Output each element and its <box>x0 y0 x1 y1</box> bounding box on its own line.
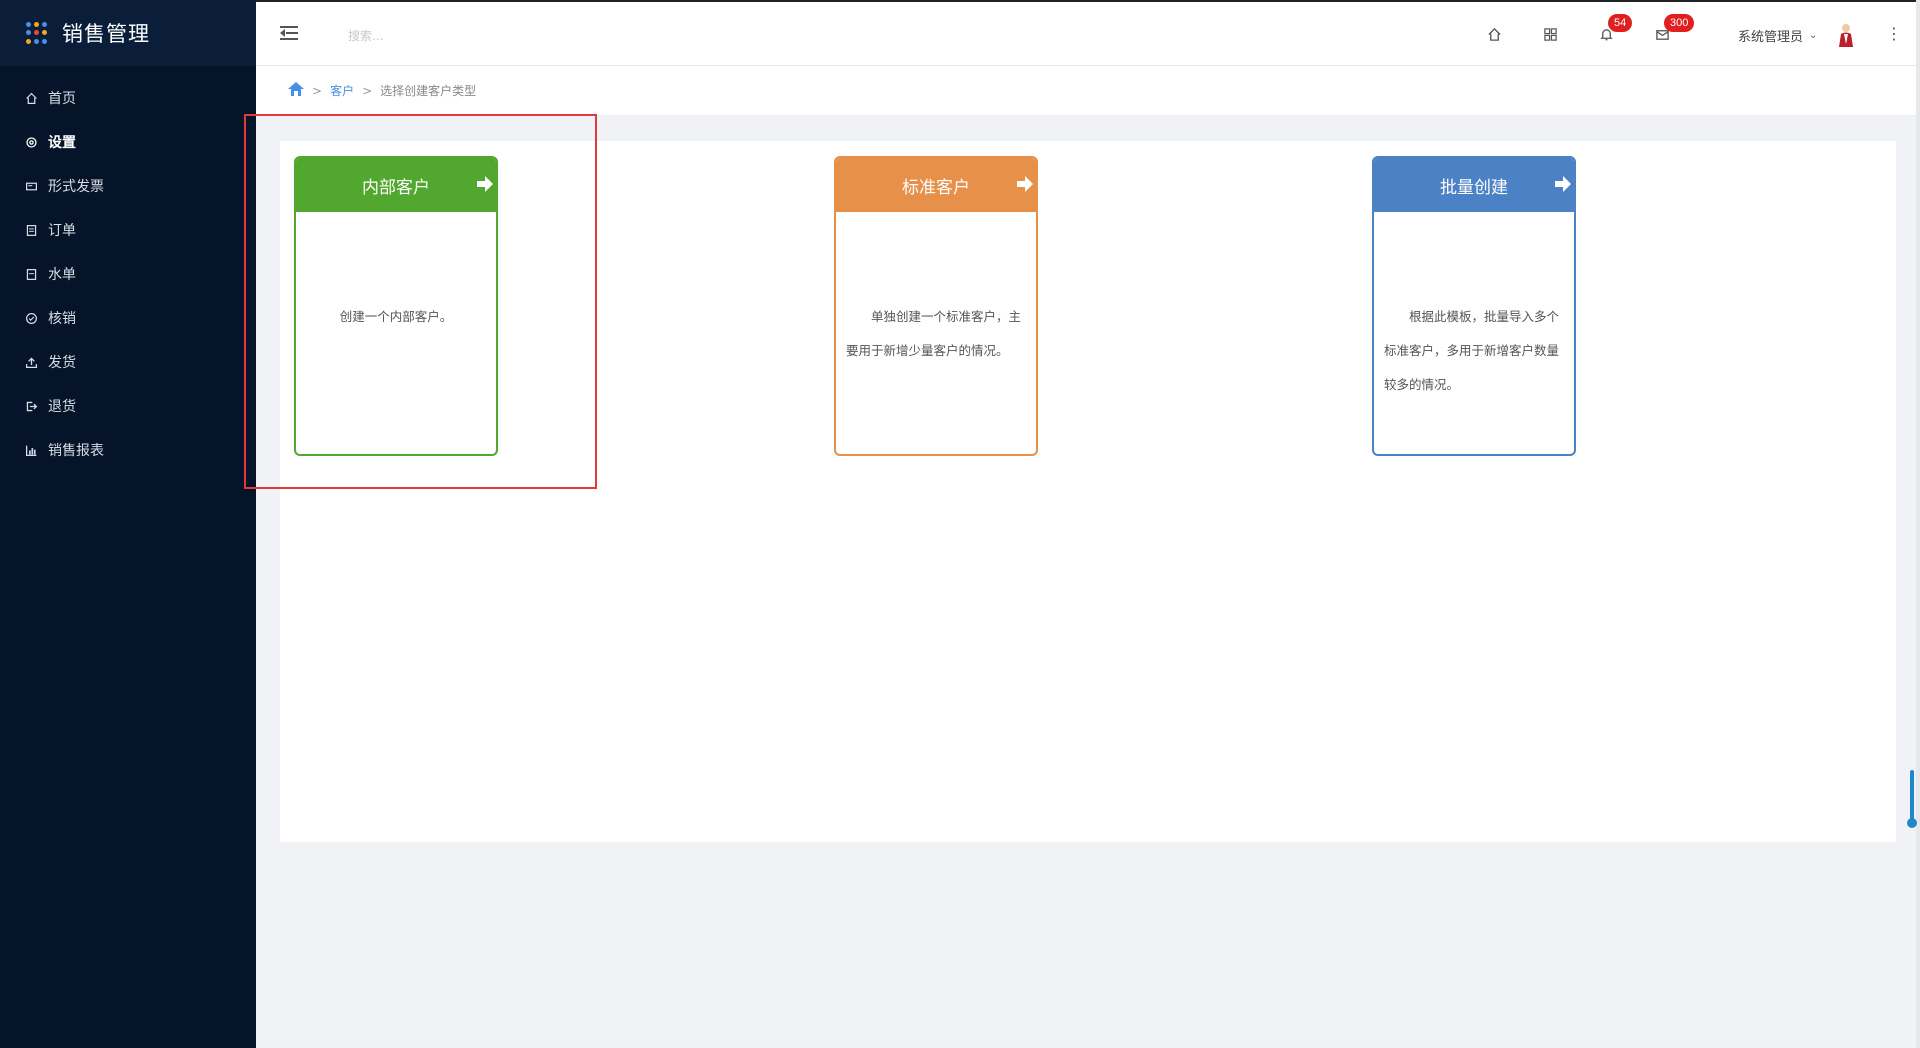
invoice-icon <box>24 179 38 193</box>
app-title: 销售管理 <box>62 22 150 46</box>
sidebar-item-write-off[interactable]: 核销 <box>0 296 256 340</box>
home-icon[interactable] <box>1484 24 1504 44</box>
batch-create-card[interactable]: 批量创建 根据此模板，批量导入多个标准客户，多用于新增客户数量较多的情况。 <box>1372 156 1576 456</box>
card-description: 创建一个内部客户。 <box>339 309 453 324</box>
scrollbar-track[interactable] <box>1916 0 1920 1048</box>
arrow-right-icon <box>1017 176 1033 192</box>
sidebar-item-label: 水单 <box>48 267 76 283</box>
avatar[interactable] <box>1836 22 1856 48</box>
main-panel: 内部客户 创建一个内部客户。 标准客户 单独创建一个标准客户，主要用于新增少量客… <box>280 141 1896 842</box>
order-icon <box>24 223 38 237</box>
check-circle-icon <box>24 311 38 325</box>
breadcrumb: > 客户 > 选择创建客户类型 <box>256 66 1920 116</box>
receipt-icon <box>24 267 38 281</box>
search-input[interactable] <box>348 24 548 48</box>
top-header: 54 300 系统管理员 ⌄ ⋮ <box>256 0 1920 66</box>
card-header: 标准客户 <box>836 158 1036 212</box>
breadcrumb-separator: > <box>362 83 373 98</box>
card-description: 单独创建一个标准客户，主要用于新增少量客户的情况。 <box>846 309 1022 358</box>
card-header: 内部客户 <box>296 158 496 212</box>
breadcrumb-separator: > <box>312 83 323 98</box>
upload-icon <box>24 355 38 369</box>
sidebar-item-home[interactable]: 首页 <box>0 76 256 120</box>
sidebar-item-label: 核销 <box>48 311 76 327</box>
sidebar-item-settings[interactable]: 设置 <box>0 120 256 164</box>
sidebar-item-sales-report[interactable]: 销售报表 <box>0 428 256 472</box>
sidebar-item-label: 销售报表 <box>48 443 104 459</box>
notification-badge: 54 <box>1608 14 1633 32</box>
card-title: 内部客户 <box>362 177 430 198</box>
message-badge: 300 <box>1664 14 1695 32</box>
menu-toggle-icon[interactable] <box>280 24 300 42</box>
sidebar-item-label: 退货 <box>48 399 76 415</box>
breadcrumb-link-customers[interactable]: 客户 <box>330 82 354 99</box>
home-icon <box>24 91 38 105</box>
sidebar-item-returns[interactable]: 退货 <box>0 384 256 428</box>
user-name: 系统管理员 <box>1738 30 1804 45</box>
card-description: 根据此模板，批量导入多个标准客户，多用于新增客户数量较多的情况。 <box>1384 309 1560 392</box>
user-menu[interactable]: 系统管理员 ⌄ <box>1738 26 1817 45</box>
apps-grid-icon <box>26 22 48 44</box>
scrollbar-thumb[interactable] <box>1907 770 1917 828</box>
chevron-down-icon: ⌄ <box>1809 30 1818 41</box>
card-title: 批量创建 <box>1440 177 1508 198</box>
sidebar-item-label: 订单 <box>48 223 76 239</box>
sidebar-item-receipts[interactable]: 水单 <box>0 252 256 296</box>
apps-grid-icon[interactable] <box>1540 24 1560 44</box>
sidebar: 销售管理 首页 设置 形式发票 订单 水单 核销 发货 退货 销售报表 <box>0 0 256 1048</box>
sidebar-item-label: 形式发票 <box>48 179 104 195</box>
arrow-right-icon <box>477 176 493 192</box>
breadcrumb-current: 选择创建客户类型 <box>380 84 477 98</box>
sidebar-item-proforma-invoice[interactable]: 形式发票 <box>0 164 256 208</box>
return-icon <box>24 399 38 413</box>
arrow-right-icon <box>1555 176 1571 192</box>
message-icon[interactable]: 300 <box>1652 14 1695 44</box>
card-header: 批量创建 <box>1374 158 1574 212</box>
notification-bell-icon[interactable]: 54 <box>1596 14 1633 44</box>
sidebar-item-orders[interactable]: 订单 <box>0 208 256 252</box>
sidebar-item-shipping[interactable]: 发货 <box>0 340 256 384</box>
card-title: 标准客户 <box>902 177 970 198</box>
brand[interactable]: 销售管理 <box>0 0 256 66</box>
more-vertical-icon[interactable]: ⋮ <box>1884 24 1904 44</box>
standard-customer-card[interactable]: 标准客户 单独创建一个标准客户，主要用于新增少量客户的情况。 <box>834 156 1038 456</box>
home-icon[interactable] <box>288 82 304 99</box>
settings-icon <box>24 135 38 149</box>
internal-customer-card[interactable]: 内部客户 创建一个内部客户。 <box>294 156 498 456</box>
sidebar-menu: 首页 设置 形式发票 订单 水单 核销 发货 退货 销售报表 <box>0 76 256 472</box>
sidebar-item-label: 首页 <box>48 91 76 107</box>
bar-chart-icon <box>24 443 38 457</box>
sidebar-item-label: 发货 <box>48 355 76 371</box>
sidebar-item-label: 设置 <box>48 135 76 151</box>
